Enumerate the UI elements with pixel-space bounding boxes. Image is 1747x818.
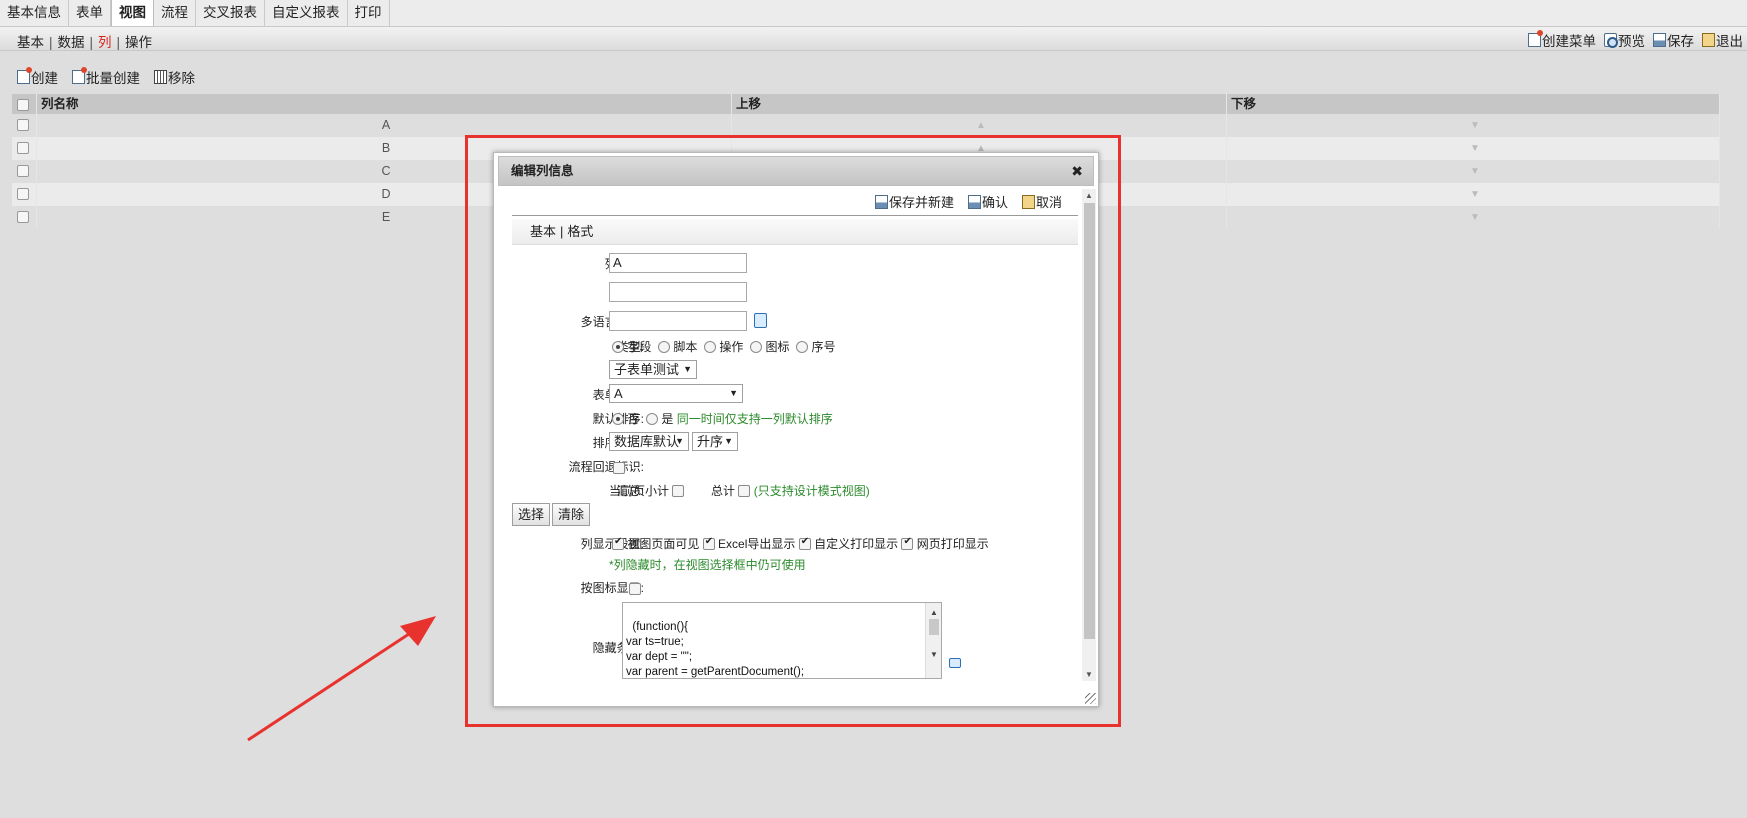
- top-tab-bar: 基本信息 表单 视图 流程 交叉报表 自定义报表 打印: [0, 0, 1747, 27]
- page-subtotal-checkbox[interactable]: [672, 485, 685, 497]
- new-document-icon: [1528, 30, 1543, 47]
- dialog-scrollbar[interactable]: ▲ ▼: [1082, 189, 1096, 681]
- create-button[interactable]: 创建: [17, 67, 58, 87]
- hide-condition-textarea[interactable]: (function(){ var ts=true; var dept = "";…: [622, 602, 942, 679]
- new-document-icon: [72, 67, 87, 84]
- cancel-button[interactable]: 取消: [1021, 192, 1062, 211]
- exit-icon: [1702, 33, 1715, 47]
- sort-order-select[interactable]: 升序 ▼: [692, 432, 738, 451]
- form-select[interactable]: 子表单测试 ▼: [609, 360, 697, 379]
- move-up-icon[interactable]: ▲: [732, 114, 1227, 137]
- icon-display-checkbox[interactable]: [628, 583, 641, 595]
- resize-grip-icon[interactable]: [1085, 693, 1096, 704]
- row-checkbox[interactable]: [17, 142, 29, 154]
- sort-by-select[interactable]: 数据库默认 ▼: [609, 432, 689, 451]
- confirm-button[interactable]: 确认: [967, 192, 1008, 211]
- type-field-radio[interactable]: [612, 341, 624, 353]
- type-radio-group: 字段 脚本 操作 图标 序号: [612, 338, 835, 355]
- type-operation-radio[interactable]: [704, 341, 717, 353]
- move-down-icon[interactable]: ▼: [1227, 137, 1720, 160]
- default-sort-group: 否 是 同一时间仅支持一列默认排序: [612, 410, 833, 427]
- exit-button[interactable]: 退出: [1702, 30, 1743, 50]
- row-checkbox[interactable]: [17, 119, 29, 131]
- summary-group: 当前页小计 总计 (只支持设计模式视图): [609, 484, 870, 498]
- new-document-icon: [17, 67, 32, 84]
- remove-button[interactable]: 移除: [154, 67, 195, 87]
- dialog-titlebar: 编辑列信息 ✖: [498, 156, 1094, 186]
- toolbar-divider: [512, 215, 1078, 216]
- sort-note: 同一时间仅支持一列默认排序: [676, 412, 833, 426]
- select-button[interactable]: 选择: [512, 503, 551, 526]
- table-row[interactable]: A ▲ ▼: [12, 114, 1720, 137]
- select-all-checkbox[interactable]: [17, 99, 29, 111]
- subnav-data[interactable]: 数据: [58, 35, 85, 50]
- dialog-subtabs: 基本 | 格式: [512, 219, 1078, 245]
- subtab-format[interactable]: 格式: [567, 224, 593, 239]
- total-checkbox[interactable]: [738, 485, 751, 497]
- tab-basic-info[interactable]: 基本信息: [0, 0, 69, 26]
- column-actions: 创建 批量创建 移除: [17, 67, 195, 87]
- subnav-basic[interactable]: 基本: [17, 35, 44, 50]
- save-icon: [967, 194, 981, 209]
- dialog-toolbar: 保存并新建 确认 取消: [874, 192, 1062, 211]
- subtab-basic[interactable]: 基本: [530, 224, 556, 239]
- column-width-input[interactable]: [609, 282, 747, 302]
- subnav-operations[interactable]: 操作: [125, 35, 152, 50]
- move-down-icon[interactable]: ▼: [1227, 114, 1720, 137]
- sub-nav-bar: 基本 | 数据 | 列 | 操作 创建菜单 预览 保存 退出: [0, 27, 1747, 51]
- tab-form[interactable]: 表单: [69, 0, 111, 26]
- row-checkbox[interactable]: [17, 211, 29, 223]
- tab-custom-report[interactable]: 自定义报表: [265, 0, 348, 26]
- type-serial-radio[interactable]: [796, 341, 809, 353]
- form-field-select[interactable]: A ▼: [609, 384, 743, 403]
- textarea-scrollbar[interactable]: ▲ ▼: [925, 603, 941, 678]
- preview-button[interactable]: 预览: [1604, 30, 1645, 50]
- header-move-down: 下移: [1227, 94, 1720, 114]
- preview-icon: [1604, 33, 1618, 48]
- row-checkbox[interactable]: [17, 165, 29, 177]
- label-icon-display: 按图标显示:: [580, 581, 644, 595]
- summary-note: (只支持设计模式视图): [753, 484, 870, 498]
- move-down-icon[interactable]: ▼: [1227, 183, 1720, 206]
- move-down-icon[interactable]: ▼: [1227, 160, 1720, 183]
- custom-print-checkbox[interactable]: [798, 536, 811, 550]
- cancel-icon: [1021, 194, 1035, 209]
- tab-flow[interactable]: 流程: [154, 0, 196, 26]
- save-and-new-button[interactable]: 保存并新建: [874, 192, 954, 211]
- trash-icon: [154, 70, 167, 84]
- i18n-edit-icon[interactable]: [754, 313, 767, 328]
- tab-view[interactable]: 视图: [111, 0, 154, 26]
- flow-back-checkbox[interactable]: [613, 462, 625, 474]
- i18n-label-input[interactable]: [609, 311, 747, 331]
- batch-create-button[interactable]: 批量创建: [72, 67, 140, 87]
- table-header: 列名称 上移 下移: [12, 94, 1720, 114]
- row-column-name: A: [37, 114, 732, 137]
- pointer-arrow-icon: [247, 616, 436, 742]
- header-column-name: 列名称: [37, 94, 732, 114]
- type-script-radio[interactable]: [658, 341, 671, 353]
- visible-in-view-checkbox[interactable]: [612, 536, 624, 550]
- web-print-checkbox[interactable]: [901, 536, 914, 550]
- sort-yes-radio[interactable]: [646, 413, 659, 425]
- dialog-title: 编辑列信息: [511, 164, 574, 178]
- excel-export-checkbox[interactable]: [702, 536, 715, 550]
- row-checkbox[interactable]: [17, 188, 29, 200]
- move-down-icon[interactable]: ▼: [1227, 206, 1720, 229]
- tab-cross-report[interactable]: 交叉报表: [196, 0, 265, 26]
- column-name-input[interactable]: A: [609, 253, 747, 273]
- display-note: *列隐藏时，在视图选择框中仍可使用: [609, 558, 806, 572]
- save-icon: [1653, 33, 1666, 47]
- display-settings-group: 视图页面可见 Excel导出显示 自定义打印显示 网页打印显示: [612, 535, 989, 552]
- clear-button[interactable]: 清除: [552, 503, 591, 526]
- subnav-columns[interactable]: 列: [98, 35, 112, 50]
- create-menu-button[interactable]: 创建菜单: [1528, 30, 1596, 50]
- close-icon[interactable]: ✖: [1071, 157, 1083, 185]
- save-icon: [874, 194, 888, 209]
- header-move-up: 上移: [732, 94, 1227, 114]
- tab-print[interactable]: 打印: [348, 0, 390, 26]
- script-edit-icon[interactable]: [949, 658, 961, 668]
- type-icon-radio[interactable]: [750, 341, 763, 353]
- sort-no-radio[interactable]: [612, 413, 624, 425]
- save-button[interactable]: 保存: [1653, 30, 1694, 50]
